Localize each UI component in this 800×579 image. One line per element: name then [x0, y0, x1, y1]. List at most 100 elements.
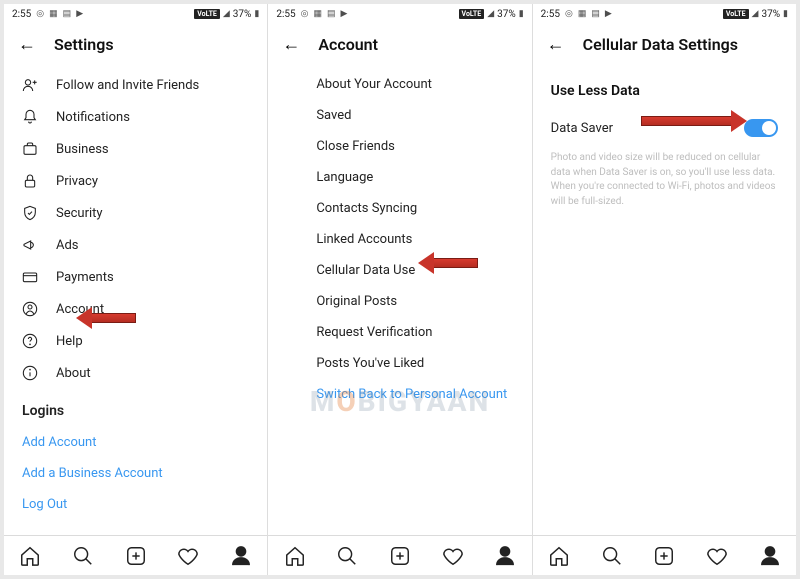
page-title: Account — [318, 35, 378, 54]
battery-icon: ▮ — [519, 9, 524, 19]
battery-pct: 37% — [233, 9, 252, 20]
status-time: 2:55 — [12, 9, 31, 20]
battery-icon: ▮ — [783, 9, 788, 19]
bottom-nav — [533, 535, 796, 575]
screenshot-icon: ▦ — [578, 9, 587, 19]
account-panel: 2:55 ◎ ▦ ▤ ▶ VoLTE ◢ 37% ▮ ← Account Abo… — [268, 4, 531, 575]
status-bar: 2:55 ◎ ▦ ▤ ▶ VoLTE ◢ 37% ▮ — [4, 4, 267, 24]
nav-profile-icon[interactable] — [759, 545, 781, 567]
back-arrow-icon[interactable]: ← — [547, 34, 565, 55]
settings-item-about[interactable]: About — [4, 357, 267, 389]
status-bar: 2:55 ◎ ▦ ▤ ▶ VoLTE ◢ 37% ▮ — [533, 4, 796, 24]
nav-search-icon[interactable] — [601, 545, 623, 567]
page-title: Settings — [54, 35, 114, 54]
settings-item-payments[interactable]: Payments — [4, 261, 267, 293]
nav-profile-icon[interactable] — [494, 545, 516, 567]
nav-home-icon[interactable] — [548, 545, 570, 567]
shield-icon — [22, 205, 38, 221]
account-item-saved[interactable]: Saved — [268, 100, 531, 131]
list-item-label: Posts You've Liked — [316, 356, 424, 371]
settings-item-label: Account — [56, 302, 104, 317]
signal-icon: ◢ — [487, 9, 494, 19]
account-item-contacts-syncing[interactable]: Contacts Syncing — [268, 193, 531, 224]
user-circle-icon — [22, 301, 38, 317]
list-item-label: Saved — [316, 108, 351, 123]
nav-search-icon[interactable] — [336, 545, 358, 567]
list-item-label: Original Posts — [316, 294, 397, 309]
log-out-link[interactable]: Log Out — [4, 489, 267, 520]
nav-heart-icon[interactable] — [706, 545, 728, 567]
nav-heart-icon[interactable] — [177, 545, 199, 567]
account-header: ← Account — [268, 24, 531, 65]
data-saver-label: Data Saver — [551, 121, 613, 136]
nav-add-icon[interactable] — [389, 545, 411, 567]
add-account-link[interactable]: Add Account — [4, 427, 267, 458]
settings-item-security[interactable]: Security — [4, 197, 267, 229]
settings-item-label: Privacy — [56, 174, 98, 189]
network-badge: VoLTE — [459, 9, 485, 19]
account-item-close-friends[interactable]: Close Friends — [268, 131, 531, 162]
account-item-cellular-data-use[interactable]: Cellular Data Use — [268, 255, 531, 286]
play-icon: ▶ — [341, 9, 348, 19]
account-item-linked-accounts[interactable]: Linked Accounts — [268, 224, 531, 255]
settings-item-label: Ads — [56, 238, 79, 253]
settings-item-label: About — [56, 366, 91, 381]
data-saver-toggle[interactable] — [744, 119, 778, 137]
settings-item-ads[interactable]: Ads — [4, 229, 267, 261]
account-item-about[interactable]: About Your Account — [268, 69, 531, 100]
briefcase-icon — [22, 141, 38, 157]
back-arrow-icon[interactable]: ← — [282, 34, 300, 55]
instagram-notif-icon: ◎ — [565, 9, 573, 19]
screenshot-icon: ▦ — [49, 9, 58, 19]
nav-home-icon[interactable] — [19, 545, 41, 567]
account-item-language[interactable]: Language — [268, 162, 531, 193]
account-item-original-posts[interactable]: Original Posts — [268, 286, 531, 317]
instagram-notif-icon: ◎ — [36, 9, 44, 19]
lock-icon — [22, 173, 38, 189]
app-icon: ▤ — [327, 9, 336, 19]
list-item-label: Cellular Data Use — [316, 263, 415, 278]
app-icon: ▤ — [63, 9, 72, 19]
list-item-label: Contacts Syncing — [316, 201, 417, 216]
battery-pct: 37% — [497, 9, 516, 20]
settings-panel: 2:55 ◎ ▦ ▤ ▶ VoLTE ◢ 37% ▮ ← Settings Fo… — [4, 4, 267, 575]
settings-item-follow-invite[interactable]: Follow and Invite Friends — [4, 69, 267, 101]
user-plus-icon — [22, 77, 38, 93]
logins-section-title: Logins — [4, 389, 267, 427]
nav-heart-icon[interactable] — [442, 545, 464, 567]
signal-icon: ◢ — [752, 9, 759, 19]
settings-item-label: Notifications — [56, 110, 130, 125]
account-item-request-verification[interactable]: Request Verification — [268, 317, 531, 348]
status-bar: 2:55 ◎ ▦ ▤ ▶ VoLTE ◢ 37% ▮ — [268, 4, 531, 24]
switch-personal-account-link[interactable]: Switch Back to Personal Account — [268, 379, 531, 410]
data-saver-row: Data Saver — [551, 115, 778, 147]
screenshot-icon: ▦ — [313, 9, 322, 19]
bottom-nav — [4, 535, 267, 575]
cellular-content: Use Less Data Data Saver Photo and video… — [533, 65, 796, 217]
help-icon — [22, 333, 38, 349]
nav-home-icon[interactable] — [284, 545, 306, 567]
card-icon — [22, 269, 38, 285]
nav-add-icon[interactable] — [125, 545, 147, 567]
page-title: Cellular Data Settings — [583, 35, 738, 54]
bottom-nav — [268, 535, 531, 575]
cellular-header: ← Cellular Data Settings — [533, 24, 796, 65]
network-badge: VoLTE — [194, 9, 220, 19]
nav-profile-icon[interactable] — [230, 545, 252, 567]
account-item-posts-liked[interactable]: Posts You've Liked — [268, 348, 531, 379]
back-arrow-icon[interactable]: ← — [18, 34, 36, 55]
settings-item-business[interactable]: Business — [4, 133, 267, 165]
cellular-data-panel: 2:55 ◎ ▦ ▤ ▶ VoLTE ◢ 37% ▮ ← Cellular Da… — [533, 4, 796, 575]
battery-icon: ▮ — [254, 9, 259, 19]
nav-add-icon[interactable] — [653, 545, 675, 567]
instagram-notif-icon: ◎ — [301, 9, 309, 19]
settings-item-label: Business — [56, 142, 109, 157]
nav-search-icon[interactable] — [72, 545, 94, 567]
settings-item-privacy[interactable]: Privacy — [4, 165, 267, 197]
settings-item-account[interactable]: Account — [4, 293, 267, 325]
settings-item-help[interactable]: Help — [4, 325, 267, 357]
list-item-label: Close Friends — [316, 139, 395, 154]
settings-list: Follow and Invite Friends Notifications … — [4, 65, 267, 535]
settings-item-notifications[interactable]: Notifications — [4, 101, 267, 133]
add-business-account-link[interactable]: Add a Business Account — [4, 458, 267, 489]
